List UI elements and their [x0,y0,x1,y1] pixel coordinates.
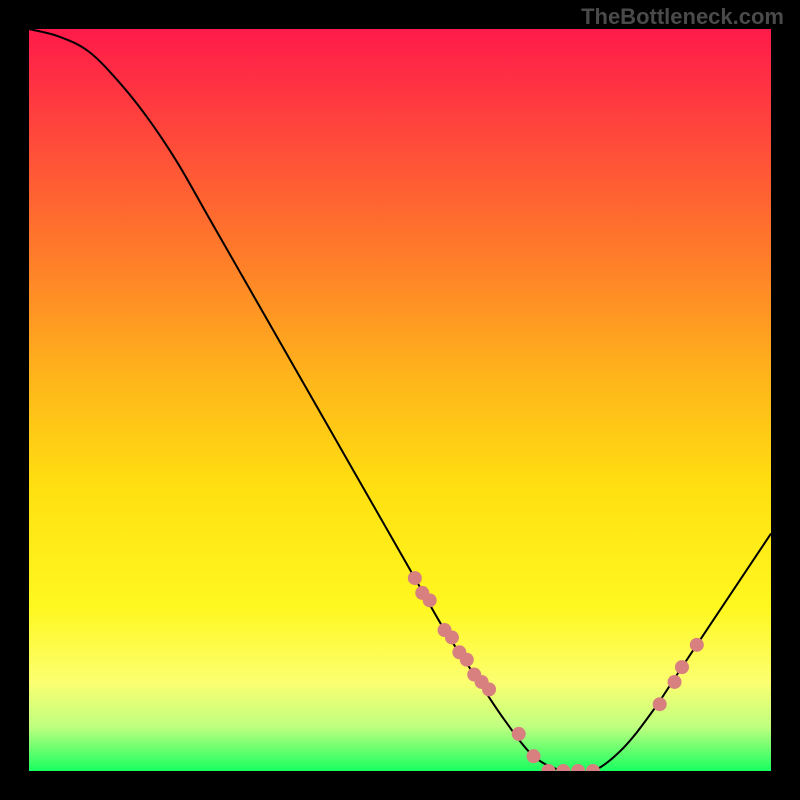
marker-dot [408,571,422,585]
marker-dot [460,653,474,667]
chart-svg [29,29,771,771]
marker-dot [571,764,585,771]
marker-dot [690,638,704,652]
marker-dot [668,675,682,689]
marker-dot [423,593,437,607]
marker-dot [527,749,541,763]
marker-dot [541,764,555,771]
marker-dot [653,697,667,711]
marker-dot [556,764,570,771]
marker-dot [675,660,689,674]
marker-dots [408,571,704,771]
marker-dot [482,682,496,696]
marker-dot [445,630,459,644]
watermark-text: TheBottleneck.com [581,4,784,30]
plot-area [29,29,771,771]
bottleneck-curve [29,29,771,771]
marker-dot [586,764,600,771]
marker-dot [512,727,526,741]
